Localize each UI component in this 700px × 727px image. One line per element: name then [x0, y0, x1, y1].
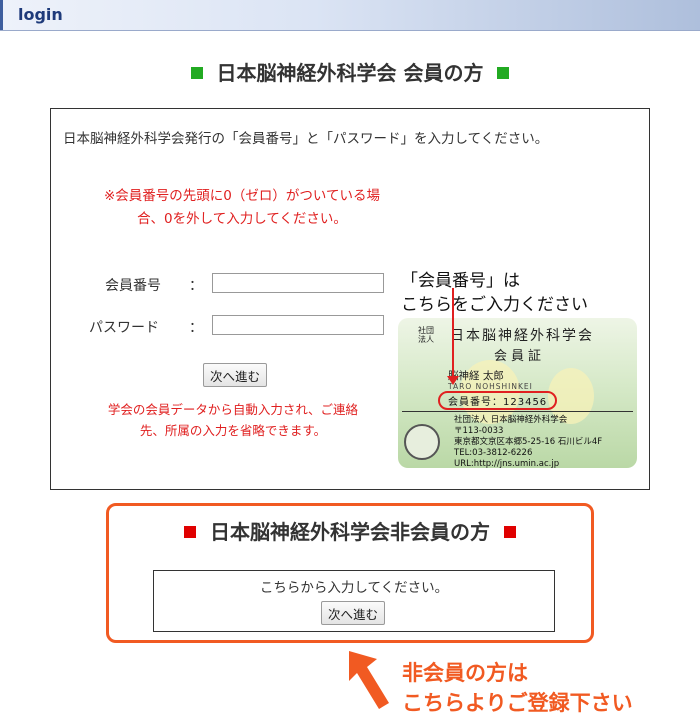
- header-accent: [0, 0, 3, 30]
- member-number-colon: ：: [189, 278, 203, 294]
- member-instruction: 日本脳神経外科学会発行の「会員番号」と「パスワード」を入力してください。: [63, 131, 549, 147]
- member-card-image: 社団 法人 日本脳神経外科学会 会員証 脳神経 太郎 TARO NOHSHINK…: [398, 318, 637, 468]
- nonmember-instruction: こちらから入力してください。: [259, 580, 449, 596]
- card-caption-line1: 「会員番号」は: [401, 271, 520, 291]
- seal-icon: [404, 424, 440, 460]
- member-heading: 日本脳神経外科学会 会員の方: [0, 57, 700, 86]
- card-society-type: 社団 法人: [418, 326, 434, 344]
- card-organization: 日本脳神経外科学会: [450, 328, 594, 344]
- card-member-number: 会員番号：123456: [438, 391, 558, 410]
- promo-line2: こちらよりご登録下さい: [402, 691, 633, 715]
- member-next-button[interactable]: 次へ進む: [203, 363, 268, 387]
- card-member-romaji: TARO NOHSHINKEI: [448, 382, 533, 391]
- member-login-panel: 日本脳神経外科学会発行の「会員番号」と「パスワード」を入力してください。 ※会員…: [50, 108, 650, 490]
- nonmember-promo: 非会員の方は こちらよりご登録下さい: [402, 658, 633, 718]
- nonmember-heading: 日本脳神経外科学会非会員の方: [109, 516, 591, 545]
- member-number-input[interactable]: [212, 273, 384, 293]
- card-type: 会員証: [494, 349, 546, 364]
- promo-line1: 非会員の方は: [402, 661, 528, 685]
- red-square-icon: [504, 525, 516, 538]
- card-divider: [402, 411, 633, 412]
- password-input[interactable]: [212, 315, 384, 335]
- card-caption-line2: こちらをご入力ください: [401, 295, 588, 315]
- card-pointer-line: [452, 288, 454, 378]
- nonmember-heading-text: 日本脳神経外科学会非会員の方: [210, 520, 490, 544]
- red-square-icon: [184, 525, 196, 538]
- arrow-down-icon: [447, 376, 459, 385]
- green-square-icon: [497, 66, 510, 79]
- nonmember-next-button[interactable]: 次へ進む: [321, 601, 386, 625]
- password-colon: ：: [189, 320, 203, 336]
- nonmember-panel: 日本脳神経外科学会非会員の方 こちらから入力してください。 次へ進む: [106, 503, 594, 643]
- password-label: パスワード: [89, 320, 159, 336]
- card-address: 社団法人 日本脳神経外科学会 〒113-0033 東京都文京区本郷5-25-16…: [454, 415, 603, 468]
- zero-prefix-note: ※会員番号の先頭に0（ゼロ）がついている場合、0を外して入力してください。: [104, 188, 380, 227]
- page-title: login: [18, 5, 63, 24]
- nonmember-entry-box: こちらから入力してください。 次へ進む: [153, 570, 555, 632]
- header-bar: login: [0, 0, 700, 31]
- member-number-label: 会員番号: [105, 278, 161, 294]
- green-square-icon: [190, 66, 203, 79]
- arrow-up-left-icon: [349, 651, 389, 709]
- auto-fill-note: 学会の会員データから自動入力され、ご連絡先、所属の入力を省略できます。: [107, 402, 359, 438]
- card-caption: 「会員番号」は こちらをご入力ください: [401, 269, 588, 317]
- member-heading-text: 日本脳神経外科学会 会員の方: [216, 61, 484, 85]
